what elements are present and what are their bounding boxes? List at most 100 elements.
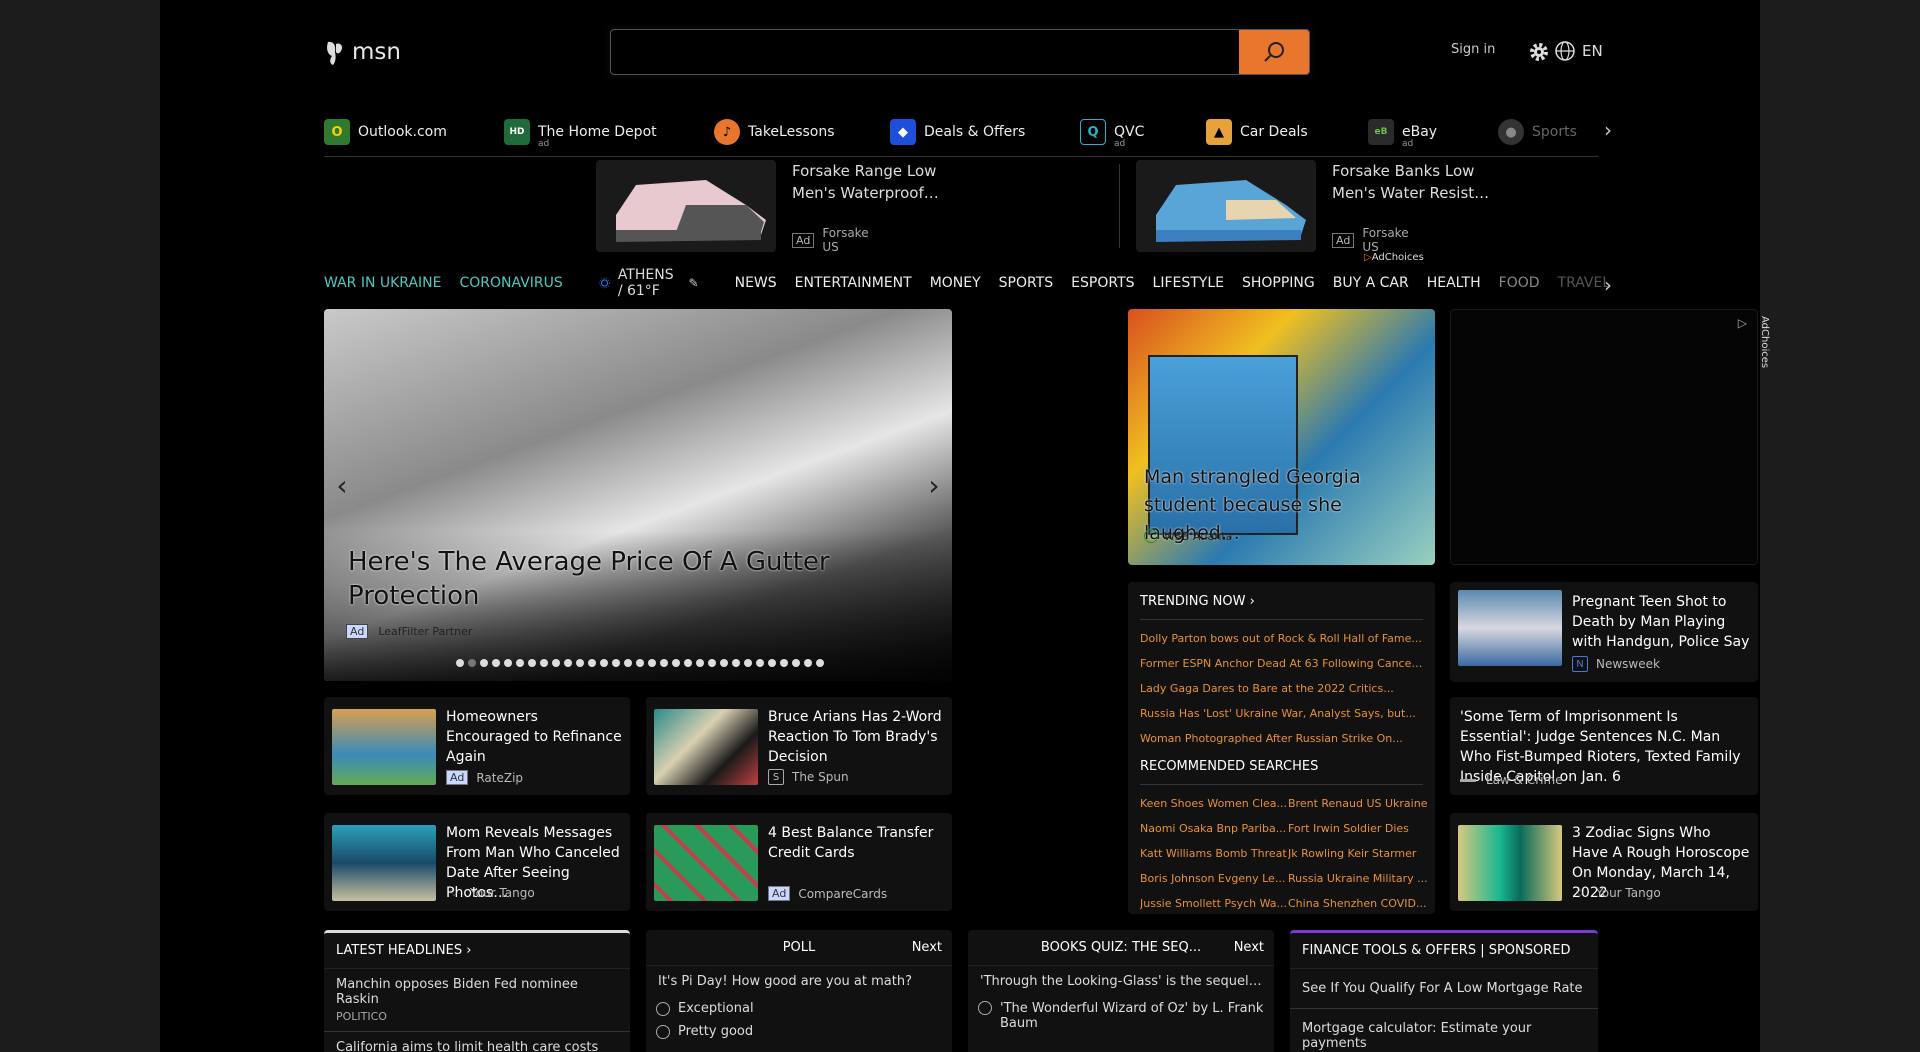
carousel-dot[interactable] xyxy=(564,659,572,667)
recommended-search-item[interactable]: Fort Irwin Soldier Dies xyxy=(1288,816,1428,841)
carousel-dot[interactable] xyxy=(780,659,788,667)
trending-item[interactable]: Woman Photographed After Russian Strike … xyxy=(1140,726,1423,751)
quick-link-qvc[interactable]: Q QVC ad xyxy=(1080,119,1144,149)
carousel-dot[interactable] xyxy=(732,659,740,667)
recommended-search-item[interactable]: Brent Renaud US Ukraine xyxy=(1288,791,1428,816)
nav-shopping[interactable]: SHOPPING xyxy=(1242,275,1315,291)
recommended-search-item[interactable]: China Shenzhen COVID... xyxy=(1288,891,1428,916)
quick-link-ebay[interactable]: eB eBay ad xyxy=(1368,119,1437,149)
carousel-dot[interactable] xyxy=(660,659,668,667)
news-card[interactable]: 'Some Term of Imprisonment Is Essential'… xyxy=(1450,697,1758,795)
quick-link-deals[interactable]: ◆ Deals & Offers xyxy=(890,119,1025,145)
featured-story-card[interactable]: Man strangled Georgia student because sh… xyxy=(1128,309,1435,565)
ad-placeholder[interactable]: ▷ xyxy=(1450,309,1758,565)
carousel-dot[interactable] xyxy=(504,659,512,667)
carousel-dot[interactable] xyxy=(516,659,524,667)
sign-in-link[interactable]: Sign in xyxy=(1451,42,1495,57)
finance-link[interactable]: See If You Qualify For A Low Mortgage Ra… xyxy=(1290,969,1598,1009)
trending-item[interactable]: Former ESPN Anchor Dead At 63 Following … xyxy=(1140,651,1423,676)
carousel-dot[interactable] xyxy=(804,659,812,667)
recommended-search-item[interactable]: Russia Ukraine Military ... xyxy=(1288,866,1428,891)
carousel-dot[interactable] xyxy=(588,659,596,667)
carousel-dot[interactable] xyxy=(720,659,728,667)
carousel-dot[interactable] xyxy=(672,659,680,667)
edit-pencil-icon[interactable]: ✎ xyxy=(689,276,699,290)
gear-icon[interactable] xyxy=(1527,40,1551,64)
carousel-dot[interactable] xyxy=(636,659,644,667)
news-card[interactable]: Bruce Arians Has 2-Word Reaction To Tom … xyxy=(646,697,952,795)
carousel-dot[interactable] xyxy=(756,659,764,667)
nav-money[interactable]: MONEY xyxy=(930,275,981,291)
headline-item[interactable]: Manchin opposes Biden Fed nominee Raskin… xyxy=(324,969,630,1032)
adchoices-link[interactable]: ▷AdChoices xyxy=(1364,252,1424,263)
trending-item[interactable]: Russia Has 'Lost' Ukraine War, Analyst S… xyxy=(1140,701,1423,726)
nav-lifestyle[interactable]: LIFESTYLE xyxy=(1153,275,1224,291)
carousel-dot[interactable] xyxy=(552,659,560,667)
quick-link-car-deals[interactable]: ▲ Car Deals xyxy=(1206,119,1308,145)
trending-heading[interactable]: TRENDING NOW › xyxy=(1140,594,1423,620)
carousel-dot[interactable] xyxy=(600,659,608,667)
carousel-dot[interactable] xyxy=(468,659,476,667)
nav-coronavirus[interactable]: CORONAVIRUS xyxy=(460,275,563,291)
finance-link[interactable]: Mortgage calculator: Estimate your payme… xyxy=(1290,1009,1598,1052)
weather-widget[interactable]: ATHENS / 61°F ✎ xyxy=(599,267,699,299)
quick-link-sports[interactable]: ● Sports xyxy=(1498,119,1577,145)
recommended-search-item[interactable]: Jk Rowling Keir Starmer xyxy=(1288,841,1428,866)
poll-option[interactable]: Pretty good xyxy=(646,1020,952,1043)
hero-title[interactable]: Here's The Average Price Of A Gutter Pro… xyxy=(348,545,868,613)
carousel-dot[interactable] xyxy=(624,659,632,667)
nav-food[interactable]: FOOD xyxy=(1499,275,1540,291)
latest-headlines-heading[interactable]: LATEST HEADLINES › xyxy=(324,933,630,969)
recommended-search-item[interactable]: Keen Shoes Women Clea... xyxy=(1140,791,1288,816)
nav-sports[interactable]: SPORTS xyxy=(999,275,1054,291)
news-card[interactable]: Pregnant Teen Shot to Death by Man Playi… xyxy=(1450,582,1758,682)
carousel-dot[interactable] xyxy=(612,659,620,667)
carousel-dot[interactable] xyxy=(528,659,536,667)
carousel-dot[interactable] xyxy=(792,659,800,667)
search-button[interactable] xyxy=(1239,30,1309,74)
carousel-dot[interactable] xyxy=(456,659,464,667)
carousel-prev-arrow[interactable]: ‹ xyxy=(324,459,360,511)
nav-buy-a-car[interactable]: BUY A CAR xyxy=(1333,275,1409,291)
carousel-dot[interactable] xyxy=(816,659,824,667)
quick-link-outlook[interactable]: O Outlook.com xyxy=(324,119,447,145)
headline-item[interactable]: California aims to limit health care cos… xyxy=(324,1032,630,1052)
poll-option[interactable]: Exceptional xyxy=(646,997,952,1020)
carousel-dot[interactable] xyxy=(768,659,776,667)
news-card[interactable]: Homeowners Encouraged to Refinance Again… xyxy=(324,697,630,795)
nav-war-in-ukraine[interactable]: WAR IN UKRAINE xyxy=(324,275,442,291)
nav-health[interactable]: HEALTH xyxy=(1427,275,1481,291)
quick-links-next-arrow[interactable]: › xyxy=(1604,118,1612,142)
news-card[interactable]: 3 Zodiac Signs Who Have A Rough Horoscop… xyxy=(1450,813,1758,911)
carousel-dot[interactable] xyxy=(744,659,752,667)
trending-item[interactable]: Dolly Parton bows out of Rock & Roll Hal… xyxy=(1140,626,1423,651)
nav-entertainment[interactable]: ENTERTAINMENT xyxy=(795,275,912,291)
carousel-dot[interactable] xyxy=(684,659,692,667)
nav-news[interactable]: NEWS xyxy=(735,275,777,291)
news-card[interactable]: Mom Reveals Messages From Man Who Cancel… xyxy=(324,813,630,911)
adchoices-vertical[interactable]: AdChoices xyxy=(1759,316,1770,368)
recommended-search-item[interactable]: Naomi Osaka Bnp Pariba... xyxy=(1140,816,1288,841)
recommended-search-item[interactable]: Boris Johnson Evgeny Le... xyxy=(1140,866,1288,891)
carousel-dot[interactable] xyxy=(480,659,488,667)
carousel-dot[interactable] xyxy=(708,659,716,667)
category-nav-next-arrow[interactable]: › xyxy=(1604,273,1612,297)
carousel-dot[interactable] xyxy=(648,659,656,667)
trending-item[interactable]: Lady Gaga Dares to Bare at the 2022 Crit… xyxy=(1140,676,1423,701)
recommended-search-item[interactable]: Jussie Smollett Psych Wa... xyxy=(1140,891,1288,916)
nav-travel[interactable]: TRAVEL xyxy=(1558,275,1611,291)
search-input[interactable] xyxy=(611,30,1241,74)
poll-next-button[interactable]: Next xyxy=(912,940,942,955)
news-card[interactable]: 4 Best Balance Transfer Credit Cards Ad C… xyxy=(646,813,952,911)
quick-link-home-depot[interactable]: HD The Home Depot ad xyxy=(504,119,657,149)
quick-link-takelessons[interactable]: ♪ TakeLessons xyxy=(714,119,835,145)
language-selector[interactable]: EN xyxy=(1554,40,1603,62)
carousel-dot[interactable] xyxy=(492,659,500,667)
carousel-dot[interactable] xyxy=(540,659,548,667)
quiz-option[interactable]: 'The Wonderful Wizard of Oz' by L. Frank… xyxy=(968,997,1274,1035)
nav-esports[interactable]: ESPORTS xyxy=(1071,275,1134,291)
carousel-dot[interactable] xyxy=(696,659,704,667)
carousel-next-arrow[interactable]: › xyxy=(916,459,952,511)
carousel-dot[interactable] xyxy=(576,659,584,667)
quiz-next-button[interactable]: Next xyxy=(1234,940,1264,955)
